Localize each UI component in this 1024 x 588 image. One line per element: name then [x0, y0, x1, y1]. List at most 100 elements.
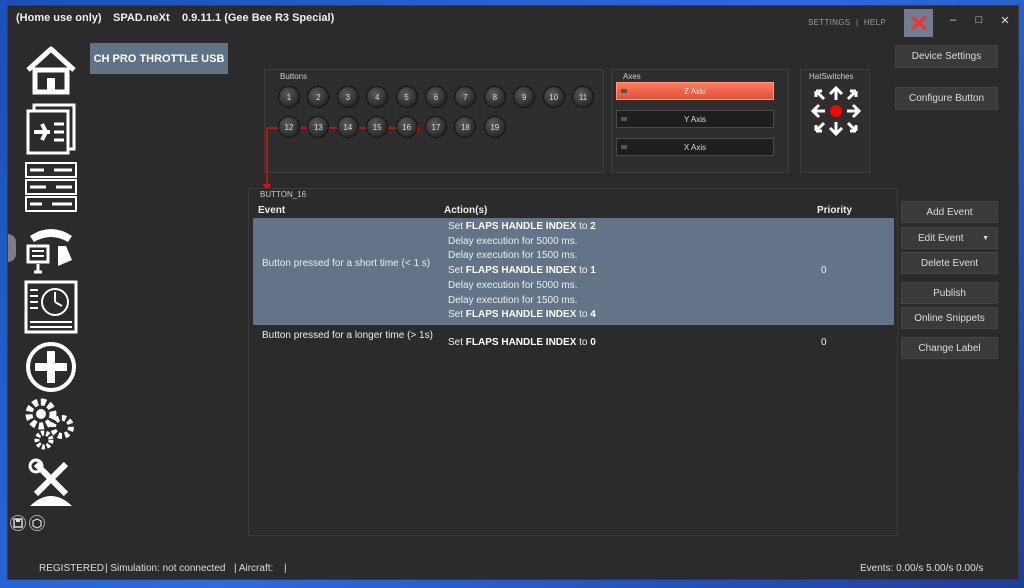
axis-x-label: X Axis [683, 142, 707, 152]
axis-y[interactable]: Y Axis [616, 110, 774, 128]
axis-y-label: Y Axis [683, 114, 707, 124]
app-version: 0.9.11.1 (Gee Bee R3 Special) [182, 12, 335, 24]
action-line: Set FLAPS HANDLE INDEX to 1 [448, 264, 596, 279]
package-icon[interactable] [29, 515, 45, 531]
action-line: Delay execution for 5000 ms. [448, 279, 596, 294]
joystick-button-11[interactable]: 11 [572, 86, 594, 108]
action-value: 4 [590, 309, 596, 321]
spad-close-icon[interactable] [904, 9, 933, 37]
event-grid-header: Event Action(s) Priority [253, 203, 893, 217]
action-text: to [576, 309, 591, 321]
axis-x-tick [621, 145, 627, 149]
action-variable: FLAPS HANDLE INDEX [465, 337, 577, 348]
action-variable: FLAPS HANDLE INDEX [465, 265, 577, 277]
chevron-down-icon: ▼ [982, 234, 989, 242]
axis-y-tick [621, 117, 627, 121]
action-text: to [576, 265, 591, 277]
instrument-panel-icon[interactable] [24, 280, 78, 334]
axis-x[interactable]: X Axis [616, 138, 774, 156]
action-text: Delay execution for 5000 ms. [448, 235, 578, 247]
help-link[interactable]: HELP [864, 18, 886, 27]
add-event-button[interactable]: Add Event [901, 201, 998, 223]
link-separator: | [855, 18, 859, 27]
joystick-button-1[interactable]: 1 [278, 86, 300, 108]
joystick-button-17[interactable]: 17 [425, 116, 447, 138]
window-close-button[interactable]: ✕ [996, 14, 1014, 27]
settings-gears-icon[interactable] [24, 397, 78, 451]
action-text: Set [448, 265, 466, 277]
event-description: Button pressed for a longer time (> 1s) [262, 330, 433, 341]
joystick-button-12[interactable]: 12 [278, 116, 300, 138]
event-priority: 0 [821, 265, 827, 276]
action-line: Set FLAPS HANDLE INDEX to 4 [448, 308, 596, 323]
sidebar-selection-indicator [8, 234, 16, 262]
pilot-controls-icon[interactable] [24, 220, 78, 274]
registered-status: REGISTERED [39, 563, 105, 574]
action-line: Delay execution for 1500 ms. [448, 249, 596, 264]
action-text: Delay execution for 1500 ms. [448, 294, 578, 306]
app-name: SPAD.neXt [113, 12, 170, 24]
action-text: to [576, 221, 591, 232]
joystick-button-19[interactable]: 19 [483, 116, 506, 138]
action-line: Delay execution for 1500 ms. [448, 294, 596, 309]
header-actions[interactable]: Action(s) [444, 205, 487, 216]
aircraft-status-end: | [284, 563, 287, 574]
radio-stack-icon[interactable] [24, 161, 78, 215]
hat-panel-label: HatSwitches [809, 72, 854, 81]
top-links: SETTINGS | HELP [808, 18, 886, 27]
configure-button-button[interactable]: Configure Button [895, 87, 998, 110]
settings-link[interactable]: SETTINGS [808, 18, 850, 27]
edit-event-label: Edit Event [918, 232, 964, 244]
edit-event-button[interactable]: Edit Event ▼ [901, 227, 998, 249]
minimize-button[interactable]: – [944, 14, 962, 26]
axis-z[interactable]: Z Axis [616, 82, 774, 100]
axis-z-label: Z Axis [684, 86, 706, 96]
change-label-button[interactable]: Change Label [901, 337, 998, 359]
action-text: to [576, 337, 591, 348]
joystick-button-3[interactable]: 3 [336, 86, 359, 108]
tools-icon[interactable] [24, 458, 78, 512]
joystick-button-5[interactable]: 5 [395, 86, 418, 108]
action-text: Set [448, 337, 466, 348]
header-event[interactable]: Event [258, 205, 285, 216]
action-text: Delay execution for 5000 ms. [448, 279, 578, 291]
simulation-status: | Simulation: not connected [105, 563, 226, 574]
event-description: Button pressed for a short time (< 1 s) [262, 258, 431, 269]
event-actions: Set FLAPS HANDLE INDEX to 2 Delay executi… [448, 220, 596, 323]
action-text: Delay execution for 1500 ms. [448, 250, 578, 262]
flight-plan-icon[interactable] [24, 102, 78, 156]
action-value: 2 [590, 221, 596, 232]
action-value: 0 [590, 337, 596, 348]
action-variable: FLAPS HANDLE INDEX [465, 309, 577, 321]
save-icon[interactable] [10, 515, 26, 531]
axis-z-tick [621, 89, 627, 93]
app-window: (Home use only) SPAD.neXt 0.9.11.1 (Gee … [7, 5, 1019, 580]
license-label: (Home use only) [16, 12, 102, 24]
buttons-panel-label: Buttons [280, 72, 308, 81]
joystick-button-8[interactable]: 8 [483, 86, 506, 108]
joystick-button-16[interactable]: 16 [395, 116, 418, 138]
device-settings-button[interactable]: Device Settings [895, 45, 998, 68]
maximize-button[interactable]: □ [970, 14, 988, 26]
publish-button[interactable]: Publish [901, 282, 998, 304]
joystick-button-10[interactable]: 10 [542, 86, 565, 108]
action-line: Set FLAPS HANDLE INDEX to 0 [448, 336, 596, 351]
table-row[interactable]: Button pressed for a longer time (> 1s) … [253, 326, 894, 360]
aircraft-status: | Aircraft: [234, 563, 274, 574]
delete-event-button[interactable]: Delete Event [901, 252, 998, 274]
hat-switch-icon[interactable] [809, 84, 863, 138]
action-variable: FLAPS HANDLE INDEX [465, 221, 577, 232]
home-icon[interactable] [24, 44, 78, 98]
action-line: Set FLAPS HANDLE INDEX to 2 [448, 220, 596, 235]
joystick-button-6[interactable]: 6 [425, 86, 447, 108]
device-name: CH PRO THROTTLE USB [90, 43, 228, 74]
online-snippets-button[interactable]: Online Snippets [901, 307, 998, 329]
status-bar: REGISTERED | Simulation: not connected |… [8, 561, 1018, 579]
add-device-icon[interactable] [24, 340, 78, 394]
axes-panel-label: Axes [623, 72, 641, 81]
event-grid: BUTTON_16 Event Action(s) Priority Butto… [248, 188, 898, 536]
table-row[interactable]: Button pressed for a short time (< 1 s) … [253, 218, 894, 325]
joystick-button-14[interactable]: 14 [336, 116, 359, 138]
event-priority: 0 [821, 337, 827, 348]
header-priority[interactable]: Priority [817, 205, 852, 216]
